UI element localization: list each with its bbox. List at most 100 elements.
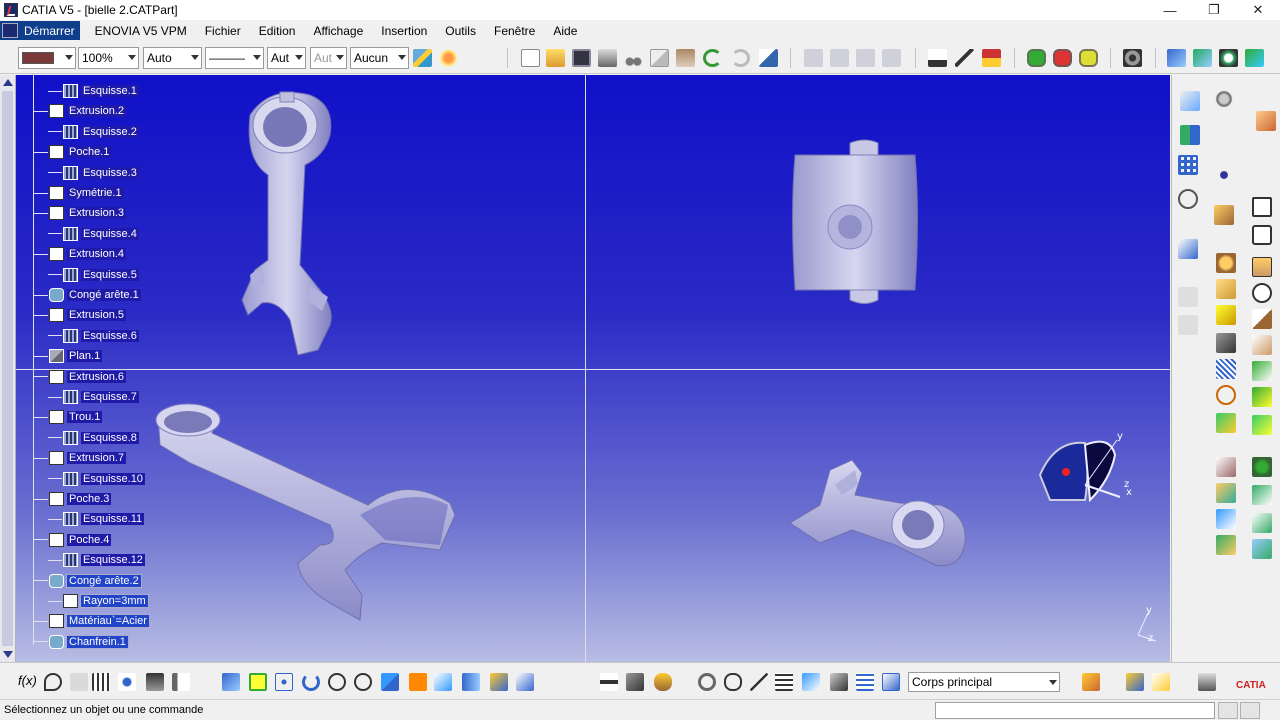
measure-inertia-icon[interactable] — [1079, 49, 1098, 67]
menu-start[interactable]: Démarrer — [0, 21, 80, 40]
tree-node[interactable]: Poche.1 — [34, 144, 112, 160]
edit-icon[interactable] — [830, 673, 848, 691]
measure-between-icon[interactable] — [600, 673, 618, 691]
slot-icon[interactable] — [1252, 283, 1272, 303]
tree-node[interactable]: Matériau`=Acier — [34, 613, 150, 629]
list-icon[interactable] — [856, 673, 874, 691]
sketch-plane-icon[interactable] — [1178, 239, 1198, 259]
catalog-icon[interactable] — [118, 673, 136, 691]
shading-icon[interactable] — [462, 673, 480, 691]
redo-icon[interactable] — [731, 49, 750, 67]
restore-button[interactable]: ❐ — [1192, 0, 1236, 20]
compass-widget[interactable]: y z x — [1038, 431, 1132, 503]
point-symbol-combo[interactable]: Aut — [310, 47, 347, 69]
define-body-icon[interactable] — [1082, 673, 1100, 691]
rotate-icon[interactable] — [1216, 385, 1236, 405]
properties-icon[interactable] — [439, 49, 458, 67]
constraint-icon[interactable] — [928, 49, 947, 67]
solid-combine-icon[interactable] — [1216, 535, 1236, 555]
tree-node[interactable]: Esquisse.1 — [48, 83, 139, 99]
measure-icon[interactable] — [1053, 49, 1072, 67]
tree-node[interactable]: Esquisse.4 — [48, 226, 139, 242]
fly-mode-icon[interactable] — [222, 673, 240, 691]
menu-fenetre[interactable]: Fenêtre — [485, 24, 544, 38]
normal-view-icon[interactable] — [381, 673, 399, 691]
pan-icon[interactable] — [275, 673, 293, 691]
groove-icon[interactable] — [1216, 279, 1236, 299]
part-icon[interactable] — [1152, 673, 1170, 691]
power-input-field[interactable] — [935, 702, 1215, 719]
formula-fx-button[interactable]: f(x) — [18, 673, 40, 691]
multi-view-icon[interactable] — [409, 673, 427, 691]
geometry-viewport[interactable]: y z x y z Esquisse.1 Extrusion.2 Esquisse.… — [0, 75, 1170, 662]
tree-node[interactable]: Esquisse.11 — [48, 511, 145, 527]
hide-show-icon[interactable] — [490, 673, 508, 691]
sketch-icon[interactable] — [1167, 49, 1186, 67]
menu-aide[interactable]: Aide — [544, 24, 586, 38]
boolean-icon[interactable] — [1252, 457, 1272, 477]
mirror-icon[interactable] — [1180, 125, 1200, 145]
cut-icon[interactable] — [624, 49, 643, 67]
tree-node[interactable]: Extrusion.3 — [34, 205, 127, 221]
hand-icon[interactable] — [724, 673, 742, 691]
print-icon[interactable] — [598, 49, 617, 67]
knowledge-icon[interactable] — [70, 673, 88, 691]
update-icon[interactable] — [698, 673, 716, 691]
binary-icon[interactable] — [775, 673, 793, 691]
scaling-icon[interactable] — [1252, 415, 1272, 435]
draft-icon[interactable] — [1252, 309, 1272, 329]
capture-icon[interactable] — [1123, 49, 1142, 67]
linetype-auto-combo[interactable]: Auto — [143, 47, 202, 69]
line-weight-combo[interactable]: Aut — [267, 47, 306, 69]
tools-icon[interactable] — [1193, 49, 1212, 67]
tree-node[interactable]: Congé arête.1 — [34, 287, 141, 303]
swap-visible-icon[interactable] — [516, 673, 534, 691]
remove-face-icon[interactable] — [1252, 513, 1272, 533]
apply-material-icon[interactable] — [1027, 49, 1046, 67]
thickness-icon[interactable] — [1252, 361, 1272, 381]
zoom-out-icon[interactable] — [354, 673, 372, 691]
table-icon[interactable] — [92, 673, 110, 691]
grid-icon[interactable] — [1178, 155, 1198, 175]
tree-node[interactable]: Poche.3 — [34, 491, 112, 507]
hole-icon[interactable] — [1252, 257, 1272, 277]
work-object-icon[interactable] — [882, 673, 900, 691]
tree-node[interactable]: Symétrie.1 — [34, 185, 124, 201]
analysis-icon[interactable] — [1245, 49, 1264, 67]
close-surface-icon[interactable] — [1252, 485, 1272, 505]
save-icon[interactable] — [572, 49, 591, 67]
current-body-combo[interactable]: Corps principal — [908, 672, 1060, 692]
line-style-combo[interactable]: ——— — [205, 47, 264, 69]
pad-icon[interactable] — [1214, 205, 1234, 225]
tree-node[interactable]: Esquisse.5 — [48, 267, 139, 283]
split-icon[interactable] — [1216, 457, 1236, 477]
macro-icon[interactable] — [146, 673, 164, 691]
tree-node[interactable]: Esquisse.8 — [48, 430, 139, 446]
transparency-combo[interactable]: 100% — [78, 47, 139, 69]
iso-view-icon[interactable] — [434, 673, 452, 691]
tree-node[interactable]: Extrusion.5 — [34, 307, 127, 323]
inertia-icon[interactable] — [654, 673, 672, 691]
painter-icon[interactable] — [413, 49, 432, 67]
sew-surface-icon[interactable] — [1216, 509, 1236, 529]
close-button[interactable]: ✕ — [1236, 0, 1280, 20]
status-button-2[interactable] — [1240, 702, 1260, 719]
scroll-up-icon[interactable] — [3, 79, 13, 86]
menu-outils[interactable]: Outils — [436, 24, 485, 38]
tree-node[interactable]: Trou.1 — [34, 409, 103, 425]
tree-node[interactable]: Plan.1 — [34, 348, 103, 364]
tree-node[interactable]: Extrusion.4 — [34, 246, 127, 262]
annotation-icon[interactable] — [1252, 539, 1272, 559]
print-bottom-icon[interactable] — [1198, 673, 1216, 691]
menu-enovia[interactable]: ENOVIA V5 VPM — [86, 24, 196, 38]
fit-all-icon[interactable] — [249, 673, 267, 691]
tree-node[interactable]: Extrusion.2 — [34, 103, 127, 119]
whats-this-icon[interactable] — [759, 49, 778, 67]
tree-node[interactable]: Chanfrein.1 — [34, 634, 129, 650]
menu-insertion[interactable]: Insertion — [372, 24, 436, 38]
tree-node[interactable]: Extrusion.6 — [34, 369, 127, 385]
zoom-in-icon[interactable] — [328, 673, 346, 691]
tree-node[interactable]: Poche.4 — [34, 532, 112, 548]
paste-icon[interactable] — [676, 49, 695, 67]
fillet-icon[interactable] — [1216, 305, 1236, 325]
